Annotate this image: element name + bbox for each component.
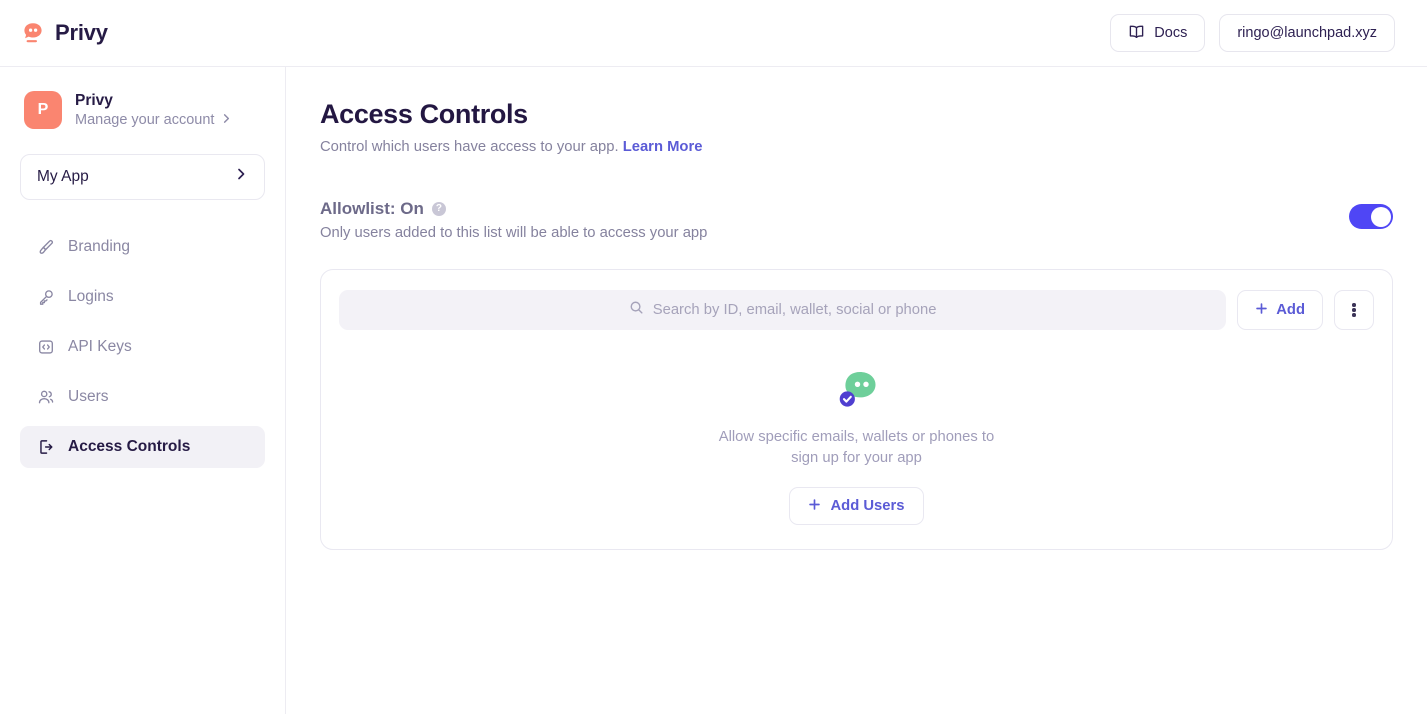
docs-label: Docs: [1154, 25, 1188, 41]
allowlist-text: Allowlist: On ? Only users added to this…: [320, 199, 707, 241]
add-button[interactable]: Add: [1237, 290, 1323, 330]
users-icon: [36, 387, 55, 406]
account-subtitle-row: Manage your account: [75, 111, 232, 130]
sidebar-item-label: API Keys: [68, 337, 132, 355]
page-subtitle: Control which users have access to your …: [320, 139, 1393, 155]
sidebar-item-users[interactable]: Users: [20, 376, 265, 418]
page-title: Access Controls: [320, 99, 528, 129]
account-subtitle: Manage your account: [75, 112, 215, 129]
app-selector-label: My App: [37, 167, 89, 185]
chevron-right-icon: [234, 167, 248, 186]
sidebar-item-api-keys[interactable]: API Keys: [20, 326, 265, 368]
empty-state-line-1: Allow specific emails, wallets or phones…: [718, 429, 995, 445]
account-email-button[interactable]: ringo@launchpad.xyz: [1219, 14, 1395, 52]
code-square-icon: [36, 337, 55, 356]
empty-state: Allow specific emails, wallets or phones…: [339, 370, 1374, 525]
allowlist-title: Allowlist: On: [320, 199, 424, 218]
sidebar-item-access-controls[interactable]: Access Controls: [20, 425, 265, 468]
top-header-bar: Privy Docs ringo@launchpad.xyz: [0, 0, 1427, 67]
allowlist-title-row: Allowlist: On ?: [320, 199, 707, 219]
search-input[interactable]: Search by ID, email, wallet, social or p…: [339, 290, 1227, 330]
empty-state-illustration-icon: [836, 370, 878, 410]
more-options-button[interactable]: [1334, 290, 1374, 330]
sidebar-item-logins[interactable]: Logins: [20, 276, 265, 318]
help-icon[interactable]: ?: [431, 202, 446, 216]
sidebar-item-label: Users: [68, 387, 109, 405]
privy-logo-icon: [20, 20, 46, 46]
allowlist-section: Allowlist: On ? Only users added to this…: [320, 199, 1393, 241]
chevron-right-icon: [221, 111, 232, 130]
main-content: Access Controls Control which users have…: [286, 67, 1427, 714]
app-selector[interactable]: My App: [20, 153, 265, 200]
brand-name: Privy: [55, 20, 108, 45]
plus-icon: [808, 498, 821, 515]
account-switcher[interactable]: P Privy Manage your account: [20, 87, 265, 130]
sidebar-item-branding[interactable]: Branding: [20, 226, 265, 268]
sidebar-item-label: Branding: [68, 237, 131, 255]
learn-more-link[interactable]: Learn More: [623, 139, 703, 155]
sidebar-item-label: Access Controls: [68, 437, 191, 455]
kebab-menu-icon: [1352, 302, 1356, 319]
page-subtitle-text: Control which users have access to your …: [320, 139, 619, 155]
book-icon: [1128, 23, 1145, 44]
allowlist-card: Search by ID, email, wallet, social or p…: [320, 269, 1393, 550]
app-shell: P Privy Manage your account My App Brand…: [0, 67, 1427, 714]
empty-state-line-2: sign up for your app: [791, 450, 922, 466]
plus-icon: [1255, 302, 1268, 319]
allowlist-toggle[interactable]: [1349, 204, 1393, 229]
add-users-label: Add Users: [830, 498, 905, 514]
card-toolbar: Search by ID, email, wallet, social or p…: [339, 290, 1374, 330]
search-placeholder: Search by ID, email, wallet, social or p…: [652, 302, 937, 318]
allowlist-description: Only users added to this list will be ab…: [320, 225, 708, 241]
sidebar-item-label: Logins: [68, 287, 114, 305]
account-text: Privy Manage your account: [75, 91, 232, 130]
search-icon: [629, 300, 644, 320]
docs-button[interactable]: Docs: [1110, 14, 1206, 52]
empty-state-text: Allow specific emails, wallets or phones…: [719, 427, 995, 469]
door-exit-icon: [36, 437, 55, 456]
toggle-knob: [1370, 206, 1391, 227]
key-icon: [36, 287, 55, 306]
top-header-actions: Docs ringo@launchpad.xyz: [1110, 14, 1395, 52]
add-users-button[interactable]: Add Users: [789, 487, 924, 525]
sidebar: P Privy Manage your account My App Brand…: [0, 67, 286, 714]
sidebar-nav: Branding Logins API Keys Users Access Co…: [20, 226, 265, 468]
account-email-label: ringo@launchpad.xyz: [1237, 25, 1377, 41]
brand-logo[interactable]: Privy: [20, 20, 108, 46]
add-label: Add: [1276, 302, 1305, 318]
brush-icon: [36, 237, 55, 256]
account-name: Privy: [75, 92, 113, 109]
avatar: P: [24, 91, 62, 130]
